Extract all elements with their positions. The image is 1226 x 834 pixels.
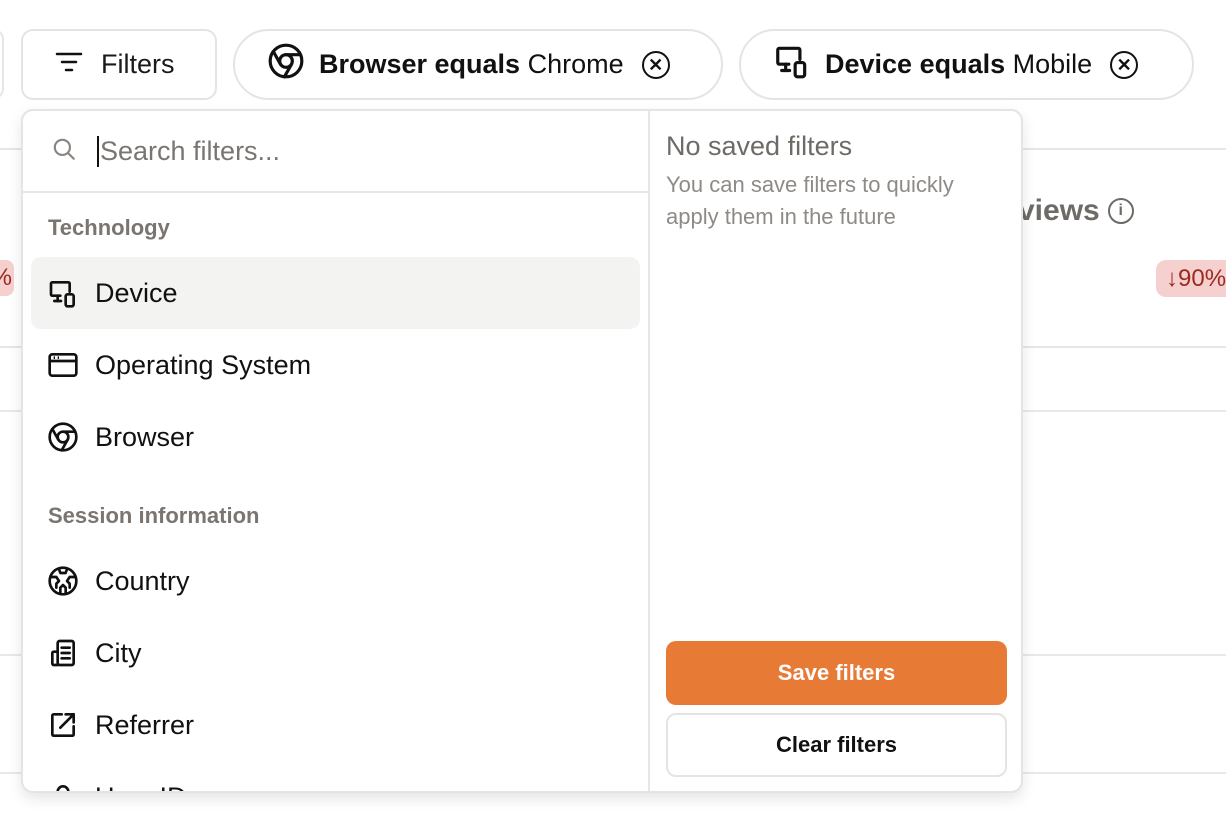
date-range-button[interactable]: [0, 29, 4, 99]
filter-key: Device equals: [825, 49, 1006, 79]
filter-option-label: Country: [95, 565, 190, 596]
filter-option-label: City: [95, 637, 142, 668]
filter-option-label: Browser: [95, 421, 195, 452]
building-icon: [51, 639, 75, 667]
chrome-icon: [48, 422, 78, 452]
active-filter-chip-browser[interactable]: Browser equals Chrome ✕: [233, 29, 723, 100]
remove-filter-icon[interactable]: ✕: [641, 50, 670, 79]
search-icon: [51, 136, 77, 167]
change-badge-right: ↓90%: [1156, 260, 1226, 297]
filter-option-user-id[interactable]: User ID: [31, 761, 640, 791]
filter-option-device[interactable]: Device: [31, 257, 640, 329]
window-icon: [48, 353, 78, 377]
save-filters-button[interactable]: Save filters: [666, 641, 1007, 705]
filter-option-country[interactable]: Country: [31, 545, 640, 617]
filter-options-list[interactable]: Technology Device Operating System Brows…: [23, 111, 650, 791]
filters-dropdown: Technology Device Operating System Brows…: [21, 109, 1023, 793]
metric-title-text: views: [1018, 194, 1100, 227]
info-icon[interactable]: i: [1107, 198, 1134, 224]
change-badge-left: %: [0, 260, 14, 296]
filter-option-label: User ID: [95, 782, 187, 792]
no-saved-filters-title: No saved filters: [666, 131, 853, 161]
filter-value: Mobile: [1012, 49, 1093, 79]
filters-button[interactable]: Filters: [21, 29, 217, 100]
metric-title: views i: [1018, 194, 1134, 228]
chrome-icon: [267, 42, 305, 87]
globe-icon: [48, 566, 78, 596]
filter-lines-icon: [55, 49, 83, 80]
device-icon: [49, 281, 75, 308]
filter-option-operating-system[interactable]: Operating System: [31, 329, 640, 401]
remove-filter-icon[interactable]: ✕: [1110, 50, 1139, 79]
filter-value: Chrome: [527, 49, 624, 79]
filter-option-browser[interactable]: Browser: [31, 401, 640, 473]
no-saved-filters-description: You can save filters to quickly apply th…: [666, 172, 954, 229]
saved-filters-pane: No saved filters You can save filters to…: [650, 111, 1021, 791]
filter-option-referrer[interactable]: Referrer: [31, 689, 640, 761]
filter-option-label: Referrer: [95, 709, 195, 740]
section-label-technology: Technology: [48, 215, 170, 240]
user-icon: [56, 785, 70, 791]
device-icon: [773, 42, 811, 87]
active-filter-chip-device[interactable]: Device equals Mobile ✕: [739, 29, 1194, 100]
filter-option-city[interactable]: City: [31, 617, 640, 689]
filters-label: Filters: [101, 49, 175, 79]
filter-key: Browser equals: [319, 49, 521, 79]
external-link-icon: [51, 713, 75, 737]
search-filters-input[interactable]: [97, 135, 577, 167]
clear-filters-button[interactable]: Clear filters: [666, 713, 1007, 777]
search-row: [23, 111, 648, 193]
filter-option-label: Operating System: [95, 349, 312, 380]
section-label-session-information: Session information: [48, 503, 260, 528]
filter-option-label: Device: [95, 277, 178, 308]
